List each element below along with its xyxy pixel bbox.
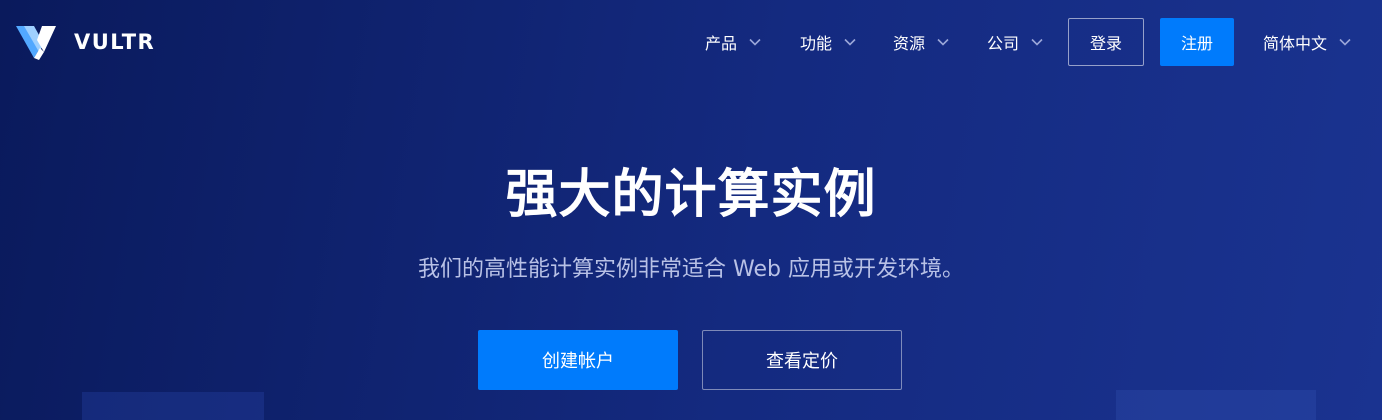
nav-item-label: 资源: [893, 34, 926, 53]
chevron-down-icon: [1339, 38, 1351, 46]
chevron-down-icon: [1031, 38, 1043, 46]
vultr-logo-icon: [16, 26, 56, 60]
nav-item-label: 公司: [987, 34, 1020, 53]
chevron-down-icon: [749, 38, 761, 46]
signup-button[interactable]: 注册: [1160, 18, 1234, 66]
nav-item-resources[interactable]: 资源: [893, 24, 949, 60]
site-header: VULTR 产品 功能 资源 公司 登录 注册 简体中文: [0, 0, 1382, 84]
create-account-button[interactable]: 创建帐户: [478, 330, 678, 390]
nav-item-label: 功能: [800, 34, 833, 53]
chevron-down-icon: [937, 38, 949, 46]
login-button[interactable]: 登录: [1068, 18, 1144, 66]
chevron-down-icon: [844, 38, 856, 46]
nav-item-label: 产品: [705, 34, 738, 53]
hero-subtitle: 我们的高性能计算实例非常适合 Web 应用或开发环境。: [418, 257, 964, 282]
nav-item-company[interactable]: 公司: [987, 24, 1043, 60]
hero-title: 强大的计算实例: [505, 165, 877, 225]
decorative-panel: [82, 392, 264, 420]
language-label: 简体中文: [1263, 34, 1328, 53]
brand-logo[interactable]: VULTR: [16, 22, 155, 62]
nav-item-products[interactable]: 产品: [705, 24, 761, 60]
nav-item-features[interactable]: 功能: [800, 24, 856, 60]
decorative-panel: [1116, 390, 1316, 420]
brand-name: VULTR: [74, 30, 156, 54]
language-selector[interactable]: 简体中文: [1263, 24, 1351, 60]
view-pricing-button[interactable]: 查看定价: [702, 330, 902, 390]
